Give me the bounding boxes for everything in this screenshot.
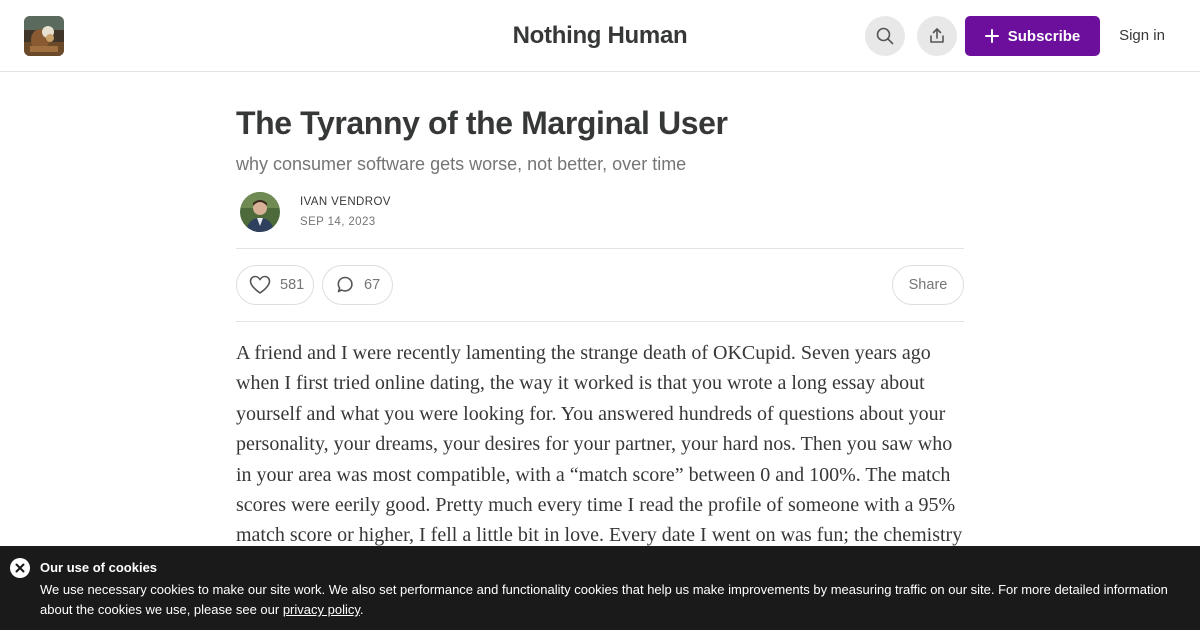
comment-count: 67 — [364, 277, 381, 293]
share-label: Share — [908, 277, 948, 293]
like-button[interactable]: 581 — [236, 265, 314, 305]
share-publication-button[interactable] — [917, 16, 957, 56]
publication-logo-image — [24, 16, 64, 56]
top-navigation-bar: Nothing Human Subscribe Sign in — [0, 0, 1200, 72]
comment-bubble-icon — [337, 276, 353, 293]
cookie-banner-text: We use necessary cookies to make our sit… — [40, 580, 1180, 620]
author-photo — [240, 192, 280, 232]
cookie-close-button[interactable] — [10, 558, 30, 578]
search-button[interactable] — [865, 16, 905, 56]
subscribe-button[interactable]: Subscribe — [965, 16, 1100, 56]
cookie-banner-text-end: . — [359, 602, 364, 617]
author-name[interactable]: IVAN VENDROV — [300, 196, 391, 208]
like-count: 581 — [280, 277, 305, 293]
privacy-policy-link[interactable]: privacy policy — [283, 602, 360, 617]
search-icon — [876, 27, 894, 45]
cookie-banner: Our use of cookies We use necessary cook… — [0, 546, 1200, 630]
plus-icon — [984, 29, 999, 43]
publication-logo[interactable] — [24, 16, 64, 56]
post-date: SEP 14, 2023 — [300, 216, 376, 228]
heart-icon — [249, 275, 271, 294]
share-upload-icon — [930, 28, 944, 43]
comment-button[interactable]: 67 — [322, 265, 393, 305]
author-avatar[interactable] — [240, 192, 280, 232]
share-button[interactable]: Share — [892, 265, 964, 305]
article-title: The Tyranny of the Marginal User — [236, 105, 728, 141]
article-body-paragraph: A friend and I were recently lamenting t… — [236, 342, 963, 577]
publication-title[interactable]: Nothing Human — [513, 22, 688, 49]
subscribe-label: Subscribe — [1007, 27, 1081, 45]
cookie-banner-message: We use necessary cookies to make our sit… — [40, 582, 1168, 617]
close-icon — [15, 563, 25, 573]
divider — [236, 248, 964, 249]
cookie-banner-title: Our use of cookies — [40, 560, 158, 575]
article-subtitle: why consumer software gets worse, not be… — [236, 154, 687, 174]
sign-in-link[interactable]: Sign in — [1114, 27, 1170, 44]
divider — [236, 321, 964, 322]
